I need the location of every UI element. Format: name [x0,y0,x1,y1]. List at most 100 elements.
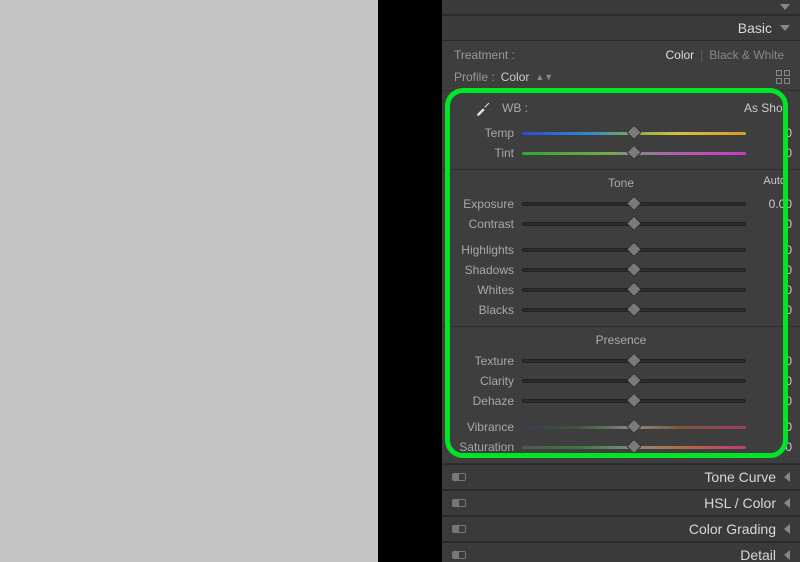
slider-knob[interactable] [626,353,642,369]
clarity-label: Clarity [442,374,522,388]
tint-slider[interactable] [522,152,746,155]
hsl-color-section-header[interactable]: HSL / Color [442,490,800,516]
image-canvas[interactable] [0,0,378,562]
hsl-color-title: HSL / Color [704,495,776,511]
contrast-label: Contrast [442,217,522,231]
whites-label: Whites [442,283,522,297]
temp-value[interactable]: 0 [746,126,792,140]
slider-knob[interactable] [626,373,642,389]
collapsed-section-above[interactable] [442,0,800,15]
treatment-label: Treatment : [454,48,659,62]
texture-label: Texture [442,354,522,368]
slider-knob[interactable] [626,216,642,232]
treatment-row: Treatment : Color | Black & White [442,41,800,67]
texture-slider-row: Texture 0 [442,351,800,371]
chevron-down-icon [780,25,790,31]
slider-knob[interactable] [626,145,642,161]
blacks-slider[interactable] [522,308,746,312]
slider-knob[interactable] [626,439,642,455]
tone-title: Tone [608,176,634,190]
treatment-bw-option[interactable]: Black & White [703,46,790,64]
dehaze-value[interactable]: 0 [746,394,792,408]
slider-knob[interactable] [626,419,642,435]
toggle-icon[interactable] [452,473,466,481]
slider-knob[interactable] [626,393,642,409]
basic-title: Basic [738,20,772,36]
shadows-label: Shadows [442,263,522,277]
temp-label: Temp [442,126,522,140]
chevron-left-icon [784,524,790,534]
slider-knob[interactable] [626,262,642,278]
color-grading-section-header[interactable]: Color Grading [442,516,800,542]
blacks-value[interactable]: 0 [746,303,792,317]
saturation-label: Saturation [442,440,522,454]
slider-knob[interactable] [626,196,642,212]
exposure-slider-row: Exposure 0.00 [442,194,800,214]
temp-slider[interactable] [522,132,746,135]
vibrance-label: Vibrance [442,420,522,434]
exposure-value[interactable]: 0.00 [746,197,792,211]
detail-section-header[interactable]: Detail [442,542,800,562]
chevron-left-icon [784,550,790,560]
wb-label: WB : [502,101,744,115]
treatment-color-option[interactable]: Color [659,46,700,64]
whites-slider[interactable] [522,288,746,292]
toggle-icon[interactable] [452,525,466,533]
eyedropper-icon[interactable] [472,97,494,119]
white-balance-group: WB : As Shot Temp 0 Tint 0 [442,91,800,170]
gutter [378,0,442,562]
exposure-slider[interactable] [522,202,746,206]
contrast-slider[interactable] [522,222,746,226]
toggle-icon[interactable] [452,551,466,559]
presence-title: Presence [596,333,647,347]
slider-knob[interactable] [626,125,642,141]
clarity-slider-row: Clarity 0 [442,371,800,391]
profile-browser-icon[interactable] [776,70,790,84]
slider-knob[interactable] [626,282,642,298]
tone-curve-section-header[interactable]: Tone Curve [442,464,800,490]
clarity-slider[interactable] [522,379,746,383]
tint-value[interactable]: 0 [746,146,792,160]
whites-value[interactable]: 0 [746,283,792,297]
highlights-value[interactable]: 0 [746,243,792,257]
shadows-slider[interactable] [522,268,746,272]
toggle-icon[interactable] [452,499,466,507]
basic-section-header[interactable]: Basic [442,15,800,41]
blacks-slider-row: Blacks 0 [442,300,800,320]
temp-slider-row: Temp 0 [442,123,800,143]
profile-dropdown[interactable]: Color [501,70,530,84]
texture-slider[interactable] [522,359,746,363]
contrast-value[interactable]: 0 [746,217,792,231]
color-grading-title: Color Grading [689,521,776,537]
tone-curve-title: Tone Curve [704,469,776,485]
shadows-value[interactable]: 0 [746,263,792,277]
highlights-slider-row: Highlights 0 [442,240,800,260]
highlights-slider[interactable] [522,248,746,252]
presence-title-row: Presence [442,331,800,351]
shadows-slider-row: Shadows 0 [442,260,800,280]
slider-knob[interactable] [626,302,642,318]
chevron-left-icon [784,472,790,482]
dehaze-slider-row: Dehaze 0 [442,391,800,411]
dehaze-slider[interactable] [522,399,746,403]
saturation-slider[interactable] [522,446,746,449]
vibrance-slider[interactable] [522,426,746,429]
saturation-value[interactable]: 0 [746,440,792,454]
auto-button[interactable]: Auto [763,175,786,187]
saturation-slider-row: Saturation 0 [442,437,800,457]
develop-panel: Basic Treatment : Color | Black & White … [442,0,800,562]
tint-label: Tint [442,146,522,160]
wb-preset-dropdown[interactable]: As Shot [744,101,786,115]
slider-knob[interactable] [626,242,642,258]
exposure-label: Exposure [442,197,522,211]
presence-group: Presence Texture 0 Clarity 0 Dehaze 0 Vi… [442,327,800,464]
chevron-left-icon [784,498,790,508]
profile-row: Profile : Color ▲▼ [442,67,800,91]
texture-value[interactable]: 0 [746,354,792,368]
profile-label: Profile : [454,70,495,84]
chevron-updown-icon: ▲▼ [535,72,553,82]
clarity-value[interactable]: 0 [746,374,792,388]
detail-title: Detail [740,547,776,562]
vibrance-value[interactable]: 0 [746,420,792,434]
blacks-label: Blacks [442,303,522,317]
